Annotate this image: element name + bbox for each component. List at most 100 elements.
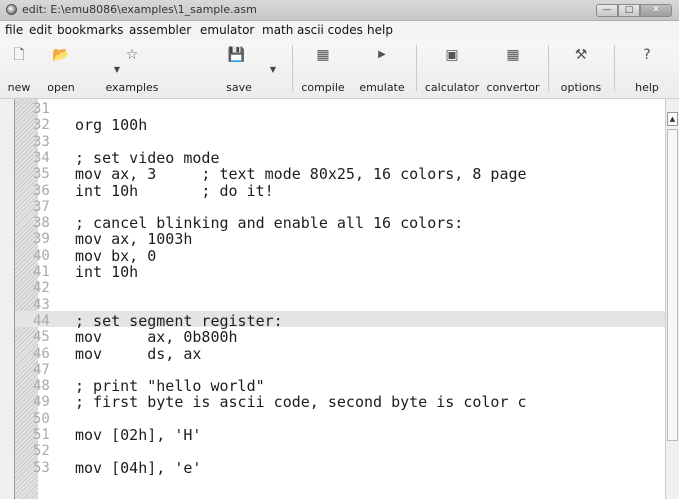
code-text[interactable]: mov ax, 0b800h bbox=[75, 330, 238, 345]
convertor-icon: ▦ bbox=[506, 47, 520, 63]
line-number: 31 bbox=[33, 101, 50, 117]
code-line[interactable]: 37 bbox=[15, 198, 666, 215]
menu-ascii-codes[interactable]: ascii codes bbox=[297, 23, 363, 37]
code-editor[interactable]: 31 32 org 100h 33 34 ; set video mode 35 mov ax… bbox=[14, 99, 666, 499]
minimize-button[interactable]: — bbox=[596, 4, 618, 17]
window-title: edit: E:\emu8086\examples\1_sample.asm bbox=[22, 3, 257, 16]
convertor-button[interactable]: ▦ convertor bbox=[484, 43, 542, 95]
code-line[interactable]: 39 mov ax, 1003h bbox=[15, 231, 666, 248]
toolbar-separator bbox=[614, 45, 615, 91]
code-text[interactable]: mov [02h], 'H' bbox=[75, 428, 201, 443]
compile-icon: ▦ bbox=[316, 47, 330, 63]
line-number: 32 bbox=[33, 117, 50, 134]
code-line[interactable]: 38 ; cancel blinking and enable all 16 co… bbox=[15, 215, 666, 232]
code-line[interactable]: 50 bbox=[15, 410, 666, 427]
line-number: 49 bbox=[33, 394, 50, 411]
code-line[interactable]: 41 int 10h bbox=[15, 264, 666, 280]
title-bar[interactable]: edit: E:\emu8086\examples\1_sample.asm —… bbox=[0, 0, 679, 21]
compile-button[interactable]: ▦ compile bbox=[296, 43, 350, 95]
code-text[interactable]: ; set segment register: bbox=[75, 313, 283, 328]
code-line[interactable]: 49 ; first byte is ascii code, second byt… bbox=[15, 394, 666, 411]
code-text[interactable]: ; set video mode bbox=[75, 150, 220, 165]
save-button[interactable]: 💾 ▼ save bbox=[212, 43, 276, 95]
code-line[interactable]: 44 ; set segment register: bbox=[15, 312, 666, 329]
code-text[interactable]: int 10h bbox=[75, 265, 138, 280]
code-text[interactable]: int 10h ; do it! bbox=[75, 183, 274, 198]
help-icon: ? bbox=[643, 47, 651, 63]
maximize-button[interactable]: □ bbox=[618, 4, 640, 17]
new-button[interactable]: 🗋 new bbox=[4, 43, 34, 95]
options-button[interactable]: ⚒ options bbox=[556, 43, 606, 95]
menu-bookmarks[interactable]: bookmarks bbox=[57, 23, 123, 37]
code-line[interactable]: 43 bbox=[15, 296, 666, 313]
menu-emulator[interactable]: emulator bbox=[200, 23, 254, 37]
code-line[interactable]: 31 bbox=[15, 101, 666, 117]
code-text[interactable]: ; print "hello world" bbox=[75, 379, 265, 394]
line-number: 50 bbox=[33, 410, 50, 427]
app-icon bbox=[6, 4, 17, 15]
scroll-thumb[interactable] bbox=[667, 129, 678, 441]
examples-button[interactable]: ☆ ▼ examples bbox=[90, 43, 210, 95]
code-line[interactable]: 45 mov ax, 0b800h bbox=[15, 330, 666, 345]
code-line[interactable]: 36 int 10h ; do it! bbox=[15, 183, 666, 198]
code-line[interactable]: 52 bbox=[15, 443, 666, 460]
save-dropdown-icon[interactable]: ▼ bbox=[270, 65, 276, 74]
toolbar-separator bbox=[416, 45, 417, 91]
calculator-button[interactable]: ▣ calculator bbox=[420, 43, 484, 95]
menu-edit[interactable]: edit bbox=[29, 23, 52, 37]
line-number: 41 bbox=[33, 264, 50, 280]
line-number: 51 bbox=[33, 427, 50, 443]
vertical-scrollbar[interactable]: ▲ bbox=[665, 99, 679, 499]
code-text[interactable]: mov ax, 3 ; text mode 80x25, 16 colors, … bbox=[75, 167, 527, 182]
line-number: 43 bbox=[33, 296, 50, 313]
line-number: 52 bbox=[33, 443, 50, 460]
line-number: 47 bbox=[33, 361, 50, 378]
menu-assembler[interactable]: assembler bbox=[129, 23, 191, 37]
code-line[interactable]: 48 ; print "hello world" bbox=[15, 378, 666, 395]
line-number: 46 bbox=[33, 345, 50, 362]
line-number: 53 bbox=[33, 459, 50, 476]
close-button[interactable]: ✕ bbox=[640, 4, 672, 17]
code-line[interactable]: 53 mov [04h], 'e' bbox=[15, 459, 666, 476]
line-number: 33 bbox=[33, 133, 50, 150]
code-line[interactable]: 51 mov [02h], 'H' bbox=[15, 427, 666, 443]
open-button[interactable]: 📂 open bbox=[40, 43, 82, 95]
code-text[interactable]: ; cancel blinking and enable all 16 colo… bbox=[75, 216, 463, 231]
menu-math[interactable]: math bbox=[262, 23, 293, 37]
toolbar-separator bbox=[292, 45, 293, 91]
code-text[interactable]: org 100h bbox=[75, 118, 147, 133]
help-button[interactable]: ? help bbox=[622, 43, 672, 95]
scroll-up-button[interactable]: ▲ bbox=[667, 112, 678, 126]
menu-file[interactable]: file bbox=[5, 23, 23, 37]
code-line[interactable]: 34 ; set video mode bbox=[15, 150, 666, 165]
line-number: 39 bbox=[33, 231, 50, 248]
open-folder-icon: 📂 bbox=[52, 47, 70, 63]
floppy-disk-icon: 💾 bbox=[227, 47, 246, 63]
menu-bar: file edit bookmarks assembler emulator m… bbox=[0, 21, 679, 39]
line-number: 40 bbox=[33, 247, 50, 264]
code-line[interactable]: 35 mov ax, 3 ; text mode 80x25, 16 colors… bbox=[15, 167, 666, 182]
play-icon: ▶ bbox=[378, 49, 386, 60]
code-line[interactable]: 47 bbox=[15, 361, 666, 378]
code-text[interactable]: mov ax, 1003h bbox=[75, 232, 192, 247]
emulate-button[interactable]: ▶ emulate bbox=[354, 43, 410, 95]
menu-help[interactable]: help bbox=[367, 23, 393, 37]
code-line[interactable]: 42 bbox=[15, 281, 666, 295]
code-text[interactable]: ; first byte is ascii code, second byte … bbox=[75, 395, 527, 410]
tools-icon: ⚒ bbox=[574, 47, 588, 63]
toolbar-separator bbox=[548, 45, 549, 91]
line-number: 44 bbox=[33, 312, 50, 329]
star-icon: ☆ bbox=[125, 47, 139, 63]
examples-dropdown-icon[interactable]: ▼ bbox=[114, 65, 120, 74]
code-lines: 31 32 org 100h 33 34 ; set video mode 35 mov ax… bbox=[15, 99, 666, 499]
line-number: 37 bbox=[33, 198, 50, 215]
code-text[interactable]: mov bx, 0 bbox=[75, 248, 156, 263]
line-number: 48 bbox=[33, 378, 50, 395]
code-text[interactable]: mov [04h], 'e' bbox=[75, 460, 201, 475]
code-line[interactable]: 46 mov ds, ax bbox=[15, 345, 666, 362]
code-line[interactable]: 33 bbox=[15, 133, 666, 150]
code-line[interactable]: 32 org 100h bbox=[15, 117, 666, 134]
line-number: 38 bbox=[33, 215, 50, 232]
code-text[interactable]: mov ds, ax bbox=[75, 346, 201, 361]
code-line[interactable]: 40 mov bx, 0 bbox=[15, 247, 666, 264]
